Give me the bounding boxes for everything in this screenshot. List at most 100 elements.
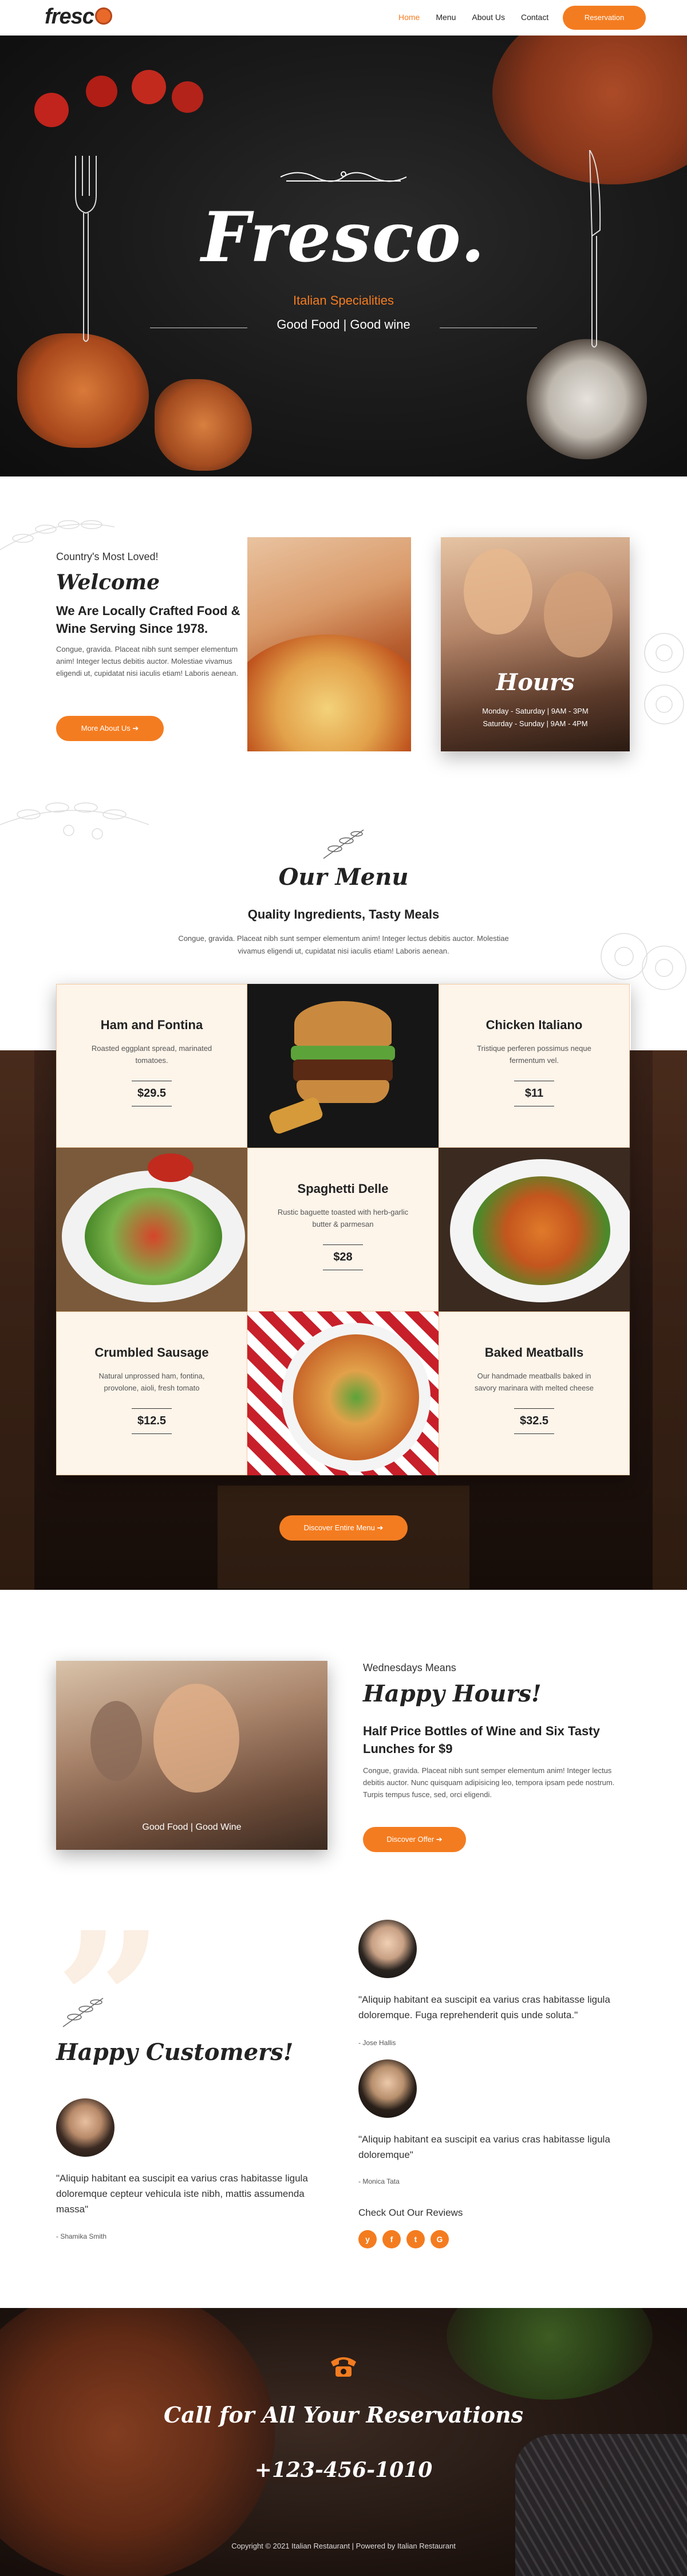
- menu-item-desc: Natural unprossed ham, fontina, provolon…: [98, 1372, 205, 1392]
- menu-item-name: Baked Meatballs: [484, 1345, 584, 1360]
- menu-item[interactable]: Spaghetti Delle Rustic baguette toasted …: [247, 1148, 439, 1311]
- footer-phone[interactable]: +123-456-1010: [0, 2458, 687, 2482]
- menu-item-desc: Our handmade meatballs baked in savory m…: [474, 1372, 594, 1392]
- arrow-right-icon: ➔: [132, 724, 139, 732]
- avatar: [56, 2098, 114, 2157]
- pizza-image: [247, 1311, 439, 1475]
- footer-herb-image: [447, 2308, 653, 2400]
- happy-hours-heading: Half Price Bottles of Wine and Six Tasty…: [363, 1724, 600, 1756]
- burger-image: [247, 984, 439, 1148]
- welcome-title: Welcome: [56, 570, 160, 594]
- menu-item-name: Spaghetti Delle: [297, 1181, 389, 1196]
- reviews-label: Check Out Our Reviews: [358, 2207, 463, 2218]
- more-about-us-button[interactable]: More About Us ➔: [56, 716, 164, 741]
- review-author: - Monica Tata: [358, 2177, 400, 2185]
- hours-card: Hours Monday - Saturday | 9AM - 3PM Satu…: [441, 537, 630, 751]
- hero-pizza-slice-image: [17, 333, 149, 448]
- menu-item-price: $32.5: [514, 1408, 554, 1434]
- discover-offer-button[interactable]: Discover Offer ➔: [363, 1827, 466, 1852]
- welcome-heading: We Are Locally Crafted Food & Wine Servi…: [56, 604, 240, 636]
- chicken-salad-image: [439, 1148, 630, 1311]
- menu-grid: Ham and Fontina Roasted eggplant spread,…: [56, 984, 631, 1476]
- hero-tomato-image: [172, 81, 203, 113]
- site-logo[interactable]: fresc: [45, 5, 112, 29]
- copyright: Copyright © 2021 Italian Restaurant | Po…: [231, 2542, 456, 2550]
- avatar: [358, 1920, 417, 1978]
- hero-pizza-slice-image: [155, 379, 252, 471]
- welcome-body: Congue, gravida. Placeat nibh sunt sempe…: [56, 645, 238, 678]
- discover-menu-label: Discover Entire Menu: [303, 1523, 375, 1532]
- salad-image: [56, 1148, 247, 1311]
- nav-about[interactable]: About Us: [472, 13, 505, 22]
- menu-item-price: $28: [323, 1244, 363, 1270]
- happy-hours-body: Congue, gravida. Placeat nibh sunt sempe…: [363, 1766, 615, 1799]
- facebook-icon[interactable]: f: [382, 2230, 401, 2248]
- google-icon[interactable]: G: [431, 2230, 449, 2248]
- menu-item-name: Crumbled Sausage: [94, 1345, 209, 1360]
- site-header: fresc Home Menu About Us Contact Reserva…: [0, 0, 687, 36]
- menu-title: Our Menu: [278, 864, 409, 891]
- nav-contact[interactable]: Contact: [521, 13, 548, 22]
- menu-item[interactable]: Chicken Italiano Tristique perferen poss…: [439, 984, 630, 1148]
- footer-title: Call for All Your Reservations: [164, 2402, 523, 2428]
- menu-item[interactable]: Crumbled Sausage Natural unprossed ham, …: [56, 1311, 247, 1475]
- hero-subtitle: Italian Specialities: [293, 293, 394, 308]
- menu-item-price: $29.5: [132, 1080, 172, 1106]
- nav-menu[interactable]: Menu: [436, 13, 456, 22]
- phone-icon: [331, 2357, 356, 2377]
- reservation-button[interactable]: Reservation: [563, 6, 646, 30]
- menu-item-price: $11: [514, 1080, 554, 1106]
- yelp-icon[interactable]: y: [358, 2230, 377, 2248]
- welcome-kicker: Country's Most Loved!: [56, 551, 159, 562]
- menu-item-desc: Rustic baguette toasted with herb-garlic…: [277, 1208, 409, 1228]
- customers-title: Happy Customers!: [56, 2039, 294, 2066]
- review-quote: "Aliquip habitant ea suscipit ea varius …: [56, 2173, 308, 2215]
- site-footer: Call for All Your Reservations +123-456-…: [0, 2308, 687, 2576]
- review-quote: "Aliquip habitant ea suscipit ea varius …: [358, 1994, 610, 2021]
- hero-banner: Fresco. Italian Specialities Good Food |…: [0, 36, 687, 476]
- discover-menu-button[interactable]: Discover Entire Menu ➔: [279, 1515, 408, 1541]
- leaf-sprig-icon: [62, 1998, 104, 2027]
- hero-tagline: Good Food | Good wine: [277, 317, 410, 332]
- ornament-divider-icon: [280, 171, 407, 182]
- happy-hours-image: Good Food | Good Wine: [56, 1661, 327, 1850]
- leaf-sprig-icon: [323, 829, 364, 859]
- logo-pizza-icon: [94, 7, 112, 25]
- hours-weekday: Monday - Saturday | 9AM - 3PM: [482, 707, 589, 715]
- happy-hours-kicker: Wednesdays Means: [363, 1662, 456, 1673]
- happy-hours-title: Happy Hours!: [363, 1680, 542, 1707]
- menu-item-name: Ham and Fontina: [100, 1018, 203, 1032]
- menu-subtitle: Quality Ingredients, Tasty Meals: [247, 907, 440, 921]
- hero-tomato-image: [86, 76, 117, 107]
- happy-hours-caption: Good Food | Good Wine: [142, 1822, 242, 1832]
- more-about-us-label: More About Us: [81, 724, 131, 732]
- hero-title: Fresco.: [201, 197, 486, 278]
- menu-item-desc: Tristique perferen possimus neque fermen…: [477, 1044, 591, 1065]
- tomato-sketch-icon: [644, 633, 684, 724]
- review-author: - Shamika Smith: [56, 2232, 107, 2240]
- footer-pizza-image: [0, 2308, 275, 2576]
- menu-item-desc: Roasted eggplant spread, marinated tomat…: [91, 1044, 212, 1065]
- nav-home[interactable]: Home: [398, 13, 420, 22]
- hours-title: Hours: [496, 669, 575, 696]
- arrow-right-icon: ➔: [436, 1835, 443, 1844]
- review-author: - Jose Hallis: [358, 2039, 396, 2047]
- menu-body: Congue, gravida. Placeat nibh sunt sempe…: [178, 934, 509, 956]
- review-quote: "Aliquip habitant ea suscipit ea varius …: [358, 2134, 610, 2161]
- footer-towel-image: [515, 2434, 687, 2576]
- hero-flour-bowl-image: [527, 339, 647, 459]
- menu-item-name: Chicken Italiano: [485, 1018, 583, 1032]
- menu-item[interactable]: Ham and Fontina Roasted eggplant spread,…: [56, 984, 247, 1148]
- arrow-right-icon: ➔: [377, 1523, 384, 1532]
- hero-tomato-image: [34, 93, 69, 127]
- menu-item[interactable]: Baked Meatballs Our handmade meatballs b…: [439, 1311, 630, 1475]
- avatar: [358, 2059, 417, 2118]
- hero-tomato-image: [132, 70, 166, 104]
- twitter-icon[interactable]: t: [406, 2230, 425, 2248]
- discover-offer-label: Discover Offer: [386, 1835, 435, 1844]
- pizza-cheese-pull-image: [247, 537, 411, 751]
- social-links: y f t G: [358, 2230, 449, 2248]
- olive-branch-icon: [0, 802, 149, 840]
- menu-item-price: $12.5: [132, 1408, 172, 1434]
- hours-weekend: Saturday - Sunday | 9AM - 4PM: [483, 719, 588, 728]
